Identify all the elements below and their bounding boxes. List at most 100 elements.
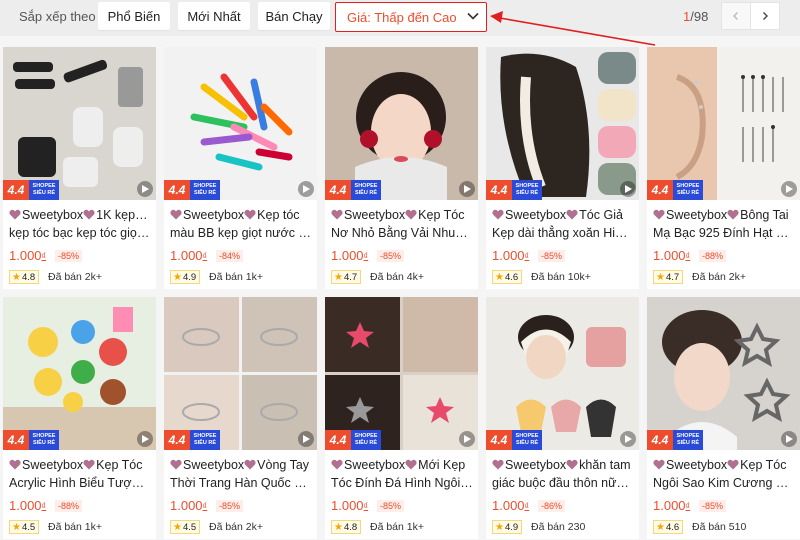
price-sort-value: Giá: Thấp đến Cao: [347, 9, 457, 25]
prev-page-button[interactable]: [721, 2, 751, 30]
product-title[interactable]: Sweetybox Kẹp Tóc Acrylic Hình Biểu Tượng…: [9, 456, 151, 492]
product-image[interactable]: 4.4 SHOPEE SIÊU RẺ: [325, 47, 478, 200]
sort-label: Sắp xếp theo: [19, 9, 96, 24]
sale-badge: 4.4 SHOPEE SIÊU RẺ: [164, 180, 220, 200]
event-badge: 4.4: [647, 430, 673, 450]
discount-badge: -85%: [55, 250, 83, 262]
cheap-badge: SHOPEE SIÊU RẺ: [190, 180, 220, 200]
product-card[interactable]: 4.4 SHOPEE SIÊU RẺ Sweetybox Tóc Giả Kẹp dài …: [486, 47, 639, 289]
discount-badge: -85%: [377, 250, 405, 262]
product-card[interactable]: 4.4 SHOPEE SIÊU RẺ Sweetybox Vòng Tay Thời Tr…: [164, 297, 317, 539]
product-card[interactable]: 4.4 SHOPEE SIÊU RẺ Sweetybox 1K kẹp tóc kẹp t…: [3, 47, 156, 289]
rating-badge: ★ 4.9: [492, 520, 523, 534]
event-badge: 4.4: [647, 180, 673, 200]
play-icon[interactable]: [781, 181, 797, 197]
product-title[interactable]: Sweetybox 1K kẹp tóc kẹp tóc bạc kẹp tóc g…: [9, 206, 151, 242]
play-icon[interactable]: [459, 431, 475, 447]
cheap-badge: SHOPEE SIÊU RẺ: [351, 430, 381, 450]
product-card[interactable]: 4.4 SHOPEE SIÊU RẺ Sweetybox Mới Kẹp Tóc Đính…: [325, 297, 478, 539]
product-card[interactable]: 4.4 SHOPEE SIÊU RẺ Sweetybox Kẹp tóc màu BB k…: [164, 47, 317, 289]
shop-heart-icon: [244, 209, 256, 220]
cheap-badge: SHOPEE SIÊU RẺ: [29, 180, 59, 200]
product-image[interactable]: 4.4 SHOPEE SIÊU RẺ: [325, 297, 478, 450]
rating-badge: ★ 4.8: [331, 520, 362, 534]
sale-badge: 4.4 SHOPEE SIÊU RẺ: [647, 430, 703, 450]
rating-badge: ★ 4.6: [492, 270, 523, 284]
rating-badge: ★ 4.5: [9, 520, 40, 534]
product-title[interactable]: Sweetybox Mới Kẹp Tóc Đính Đá Hình Ngôi S…: [331, 456, 473, 492]
product-card[interactable]: 4.4 SHOPEE SIÊU RẺ Sweetybox Kẹp Tóc Acrylic …: [3, 297, 156, 539]
discount-badge: -85%: [699, 500, 727, 512]
cheap-badge: SHOPEE SIÊU RẺ: [673, 430, 703, 450]
play-icon[interactable]: [137, 431, 153, 447]
shop-heart-icon: [492, 209, 504, 220]
product-price: 1.000₫: [170, 498, 208, 513]
product-price: 1.000₫: [653, 248, 691, 263]
rating-badge: ★ 4.8: [9, 270, 40, 284]
product-image[interactable]: 4.4 SHOPEE SIÊU RẺ: [164, 297, 317, 450]
star-icon: ★: [173, 521, 182, 533]
shop-heart-icon: [331, 459, 343, 470]
shop-heart-icon: [405, 459, 417, 470]
product-price: 1.000₫: [653, 498, 691, 513]
shop-heart-icon: [492, 459, 504, 470]
product-title[interactable]: Sweetybox Kẹp tóc màu BB kẹp giọt nước d…: [170, 206, 312, 242]
star-icon: ★: [334, 521, 343, 533]
shop-heart-icon: [170, 209, 182, 220]
shop-heart-icon: [405, 209, 417, 220]
play-icon[interactable]: [298, 431, 314, 447]
cheap-badge: SHOPEE SIÊU RẺ: [673, 180, 703, 200]
cheap-badge: SHOPEE SIÊU RẺ: [29, 430, 59, 450]
sold-count: Đã bán 2k+: [209, 521, 263, 533]
product-title[interactable]: Sweetybox Kẹp Tóc Nơ Nhỏ Bằng Vải Nhung…: [331, 206, 473, 242]
play-icon[interactable]: [620, 431, 636, 447]
sold-count: Đã bán 1k+: [370, 521, 424, 533]
sale-badge: 4.4 SHOPEE SIÊU RẺ: [3, 180, 59, 200]
product-image[interactable]: 4.4 SHOPEE SIÊU RẺ: [486, 297, 639, 450]
play-icon[interactable]: [620, 181, 636, 197]
product-card[interactable]: 4.4 SHOPEE SIÊU RẺ Sweetybox khăn tam giác bu…: [486, 297, 639, 539]
sort-bestselling-button[interactable]: Bán Chạy: [258, 2, 330, 30]
sale-badge: 4.4 SHOPEE SIÊU RẺ: [486, 180, 542, 200]
event-badge: 4.4: [164, 430, 190, 450]
product-card[interactable]: 4.4 SHOPEE SIÊU RẺ Sweetybox Bông Tai Mạ Bạc …: [647, 47, 800, 289]
discount-badge: -84%: [216, 250, 244, 262]
play-icon[interactable]: [459, 181, 475, 197]
shop-heart-icon: [83, 209, 95, 220]
product-image[interactable]: 4.4 SHOPEE SIÊU RẺ: [486, 47, 639, 200]
product-price: 1.000₫: [492, 248, 530, 263]
product-title[interactable]: Sweetybox Kẹp Tóc Ngôi Sao Kim Cương Nữ…: [653, 456, 795, 492]
product-title[interactable]: Sweetybox Vòng Tay Thời Trang Hàn Quốc Đơ…: [170, 456, 312, 492]
product-image[interactable]: 4.4 SHOPEE SIÊU RẺ: [3, 297, 156, 450]
product-image[interactable]: 4.4 SHOPEE SIÊU RẺ: [164, 47, 317, 200]
star-icon: ★: [656, 521, 665, 533]
product-price: 1.000₫: [9, 498, 47, 513]
cheap-badge: SHOPEE SIÊU RẺ: [512, 430, 542, 450]
play-icon[interactable]: [781, 431, 797, 447]
product-title[interactable]: Sweetybox khăn tam giác buộc đầu thôn nữ…: [492, 456, 634, 492]
sold-count: Đã bán 510: [692, 521, 747, 533]
product-card[interactable]: 4.4 SHOPEE SIÊU RẺ Sweetybox Kẹp Tóc Ngôi Sao…: [647, 297, 800, 539]
product-card[interactable]: 4.4 SHOPEE SIÊU RẺ Sweetybox Kẹp Tóc Nơ Nhỏ B…: [325, 47, 478, 289]
shop-heart-icon: [170, 459, 182, 470]
product-price: 1.000₫: [170, 248, 208, 263]
rating-badge: ★ 4.7: [653, 270, 684, 284]
product-image[interactable]: 4.4 SHOPEE SIÊU RẺ: [3, 47, 156, 200]
cheap-badge: SHOPEE SIÊU RẺ: [512, 180, 542, 200]
product-title[interactable]: Sweetybox Bông Tai Mạ Bạc 925 Đính Hạt Ph…: [653, 206, 795, 242]
play-icon[interactable]: [298, 181, 314, 197]
product-image[interactable]: 4.4 SHOPEE SIÊU RẺ: [647, 47, 800, 200]
sort-newest-button[interactable]: Mới Nhất: [178, 2, 250, 30]
shop-heart-icon: [566, 459, 578, 470]
price-sort-select[interactable]: Giá: Thấp đến Cao: [335, 2, 487, 32]
product-image[interactable]: 4.4 SHOPEE SIÊU RẺ: [647, 297, 800, 450]
next-page-button[interactable]: [750, 2, 780, 30]
sold-count: Đã bán 2k+: [48, 271, 102, 283]
play-icon[interactable]: [137, 181, 153, 197]
sort-bar: Sắp xếp theo Phổ Biến Mới Nhất Bán Chạy …: [0, 0, 800, 36]
star-icon: ★: [495, 271, 504, 283]
sort-popular-button[interactable]: Phổ Biến: [98, 2, 170, 30]
discount-badge: -85%: [377, 500, 405, 512]
product-title[interactable]: Sweetybox Tóc Giả Kẹp dài thẳng xoăn High…: [492, 206, 634, 242]
shop-heart-icon: [727, 459, 739, 470]
